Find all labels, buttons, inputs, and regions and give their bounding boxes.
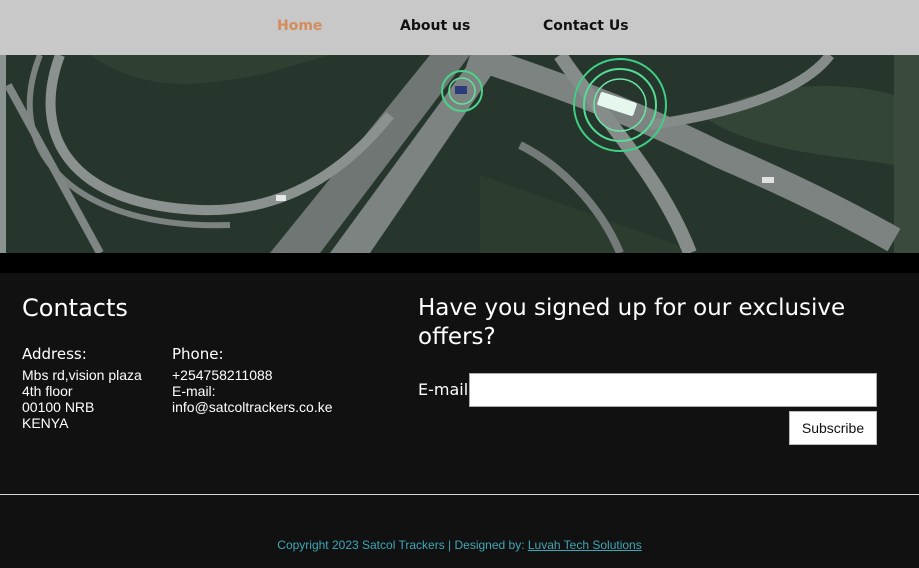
top-navbar: Home About us Contact Us [0,0,919,55]
subscribe-button[interactable]: Subscribe [789,411,877,445]
address-line: KENYA [22,415,69,431]
signup-heading: Have you signed up for our exclusive off… [418,295,846,350]
signup-email-input[interactable] [469,373,877,407]
hero-bottom-band [0,253,919,273]
contacts-heading: Contacts [22,294,128,322]
address-label: Address: [22,345,87,363]
designer-link[interactable]: Luvah Tech Solutions [528,538,642,552]
footer-divider [0,494,919,495]
nav-home-link[interactable]: Home [277,18,322,34]
nav-about-link[interactable]: About us [400,18,470,34]
address-line: 4th floor [22,383,73,399]
phone-number: +254758211088 [172,367,273,383]
copyright-text: Copyright 2023 Satcol Trackers | Designe… [277,538,528,552]
address-line: 00100 NRB [22,399,95,415]
footer-copyright: Copyright 2023 Satcol Trackers | Designe… [0,538,919,552]
phone-label: Phone: [172,345,224,363]
hero-aerial-highway-image [0,55,919,253]
contact-email-address: info@satcoltrackers.co.ke [172,399,333,415]
signup-email-label: E-mail [418,380,469,399]
contact-email-label: E-mail: [172,383,216,399]
nav-contact-link[interactable]: Contact Us [543,18,629,34]
address-line: Mbs rd,vision plaza [22,367,142,383]
